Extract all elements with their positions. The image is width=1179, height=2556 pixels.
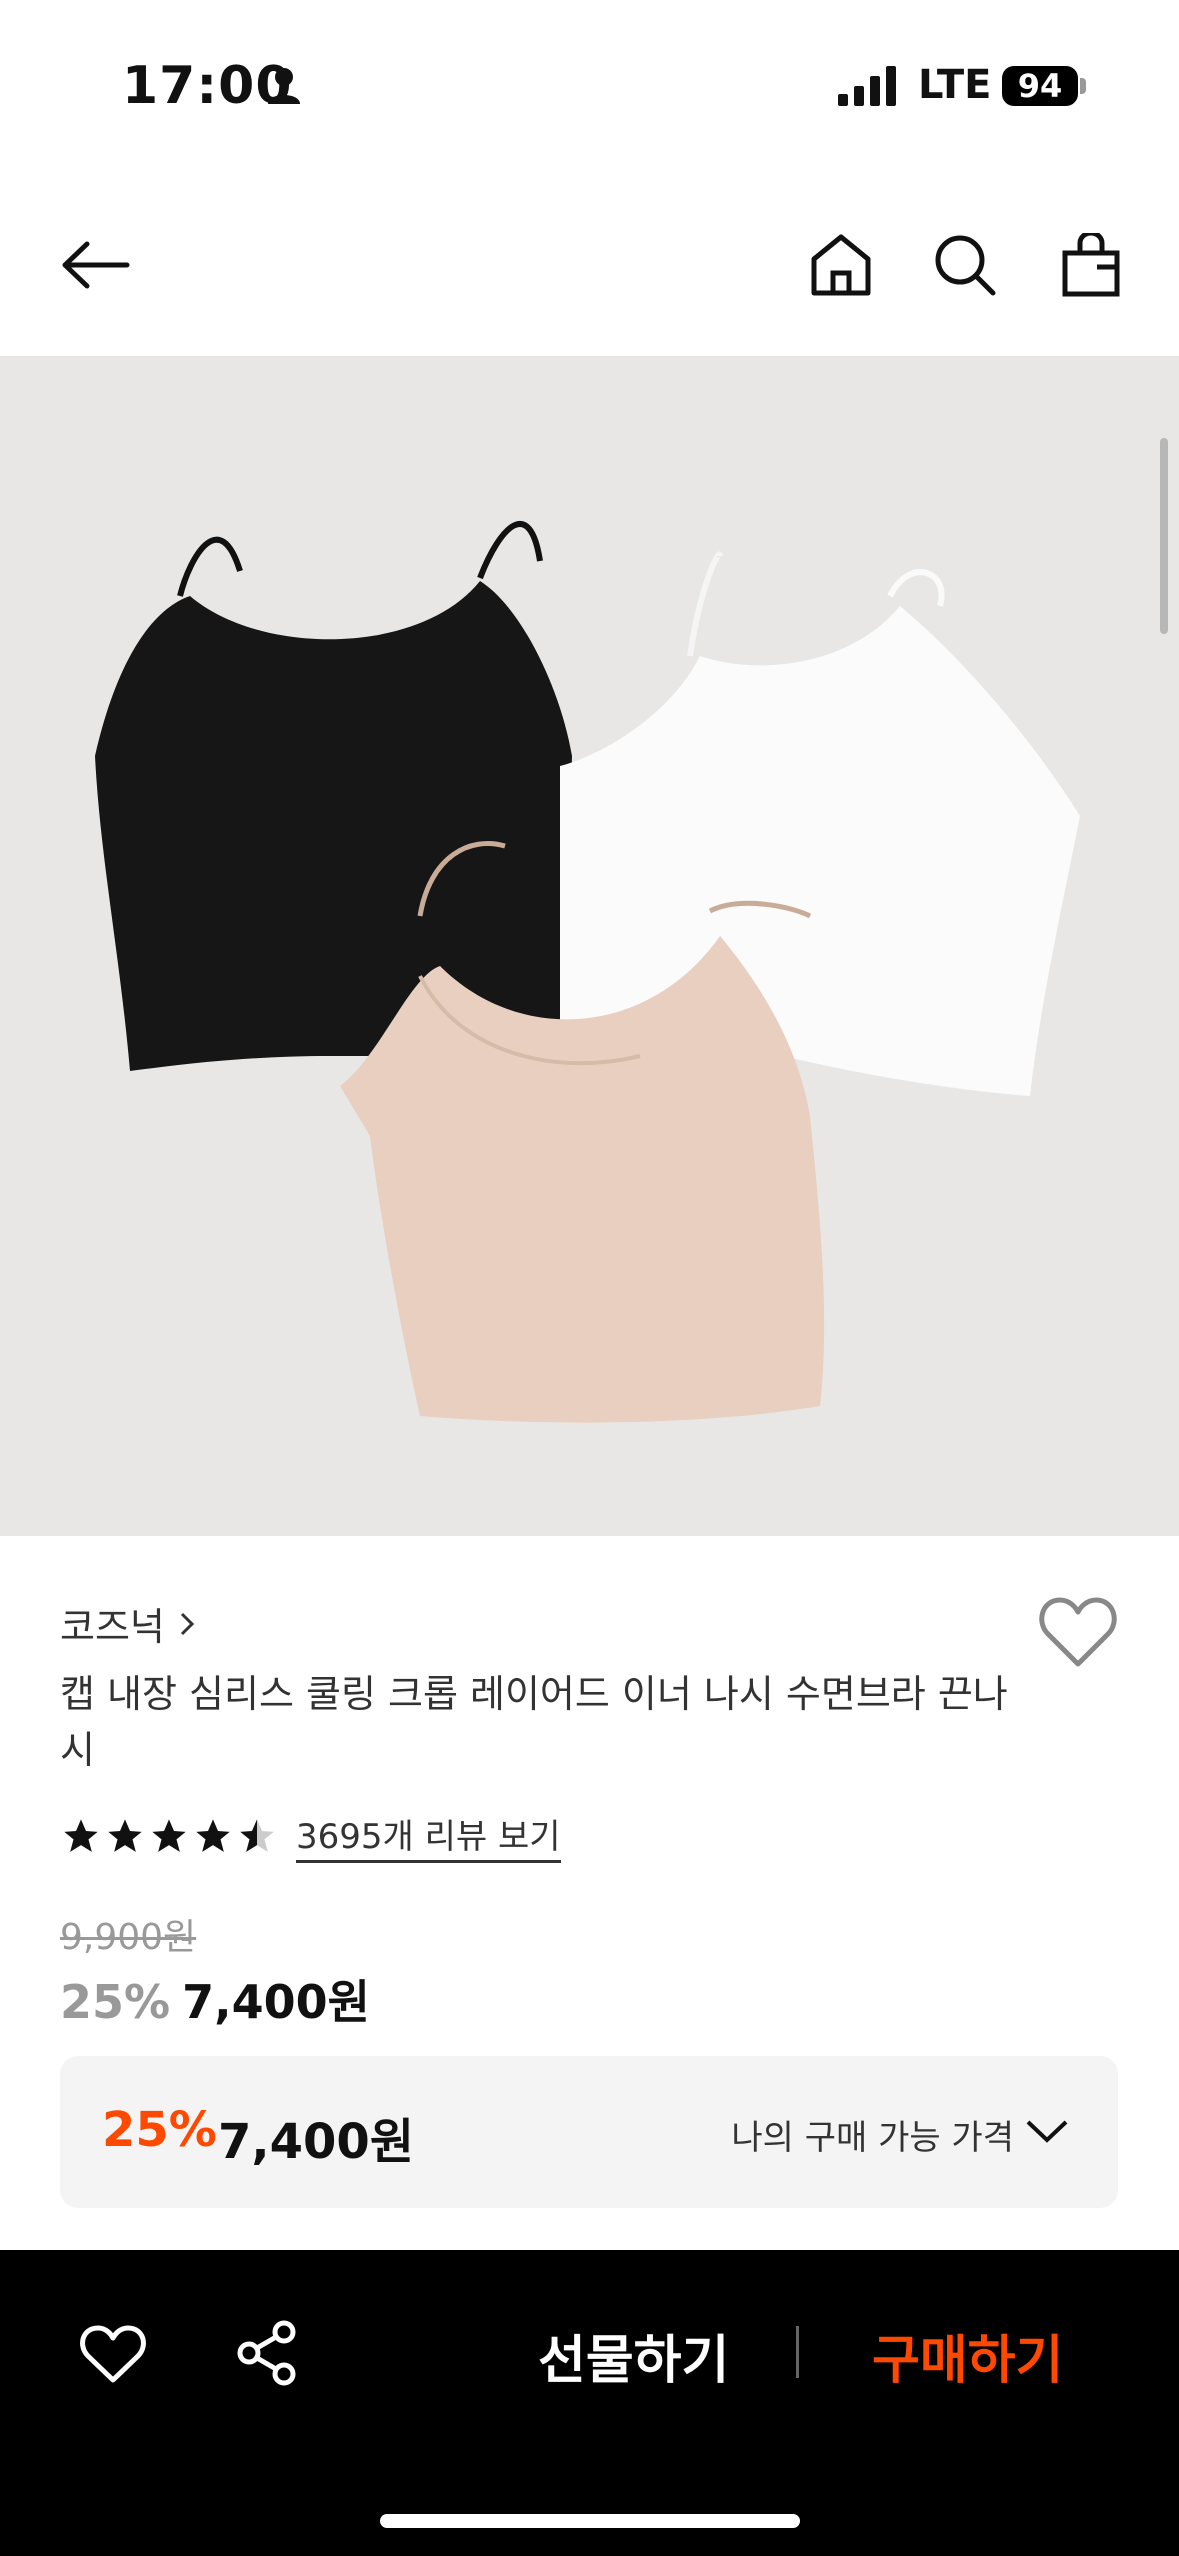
half-star-icon [240,1819,274,1852]
search-icon [935,235,996,296]
product-photo [95,521,1080,1423]
network-label: LTE [918,62,992,108]
star-icon [196,1819,230,1852]
heart-icon[interactable] [1038,1594,1118,1670]
status-bar: 17:00 LTE 94 [0,0,1179,170]
price-row: 25% 7,400원 [60,1966,370,2032]
review-link[interactable]: 3695개 리뷰 보기 [296,1809,561,1863]
chevron-right-icon [180,1612,195,1635]
wishlist-heart-icon[interactable] [80,2324,146,2384]
cart-button[interactable] [1046,220,1136,310]
signal-icon [838,66,896,106]
discount-rate: 25% [60,1975,171,2029]
product-image[interactable] [0,356,1179,1536]
chevron-down-icon [1026,2120,1068,2143]
share-icon[interactable] [236,2320,298,2386]
my-price-label: 나의 구매 가능 가격 [731,2118,1014,2158]
home-button[interactable] [796,220,886,310]
person-icon [268,68,300,104]
home-icon [811,234,871,296]
search-button[interactable] [920,220,1010,310]
rating-stars [60,1816,278,1856]
brand-link[interactable]: 코즈넉 [60,1596,197,1651]
sale-price: 7,400원 [182,1975,370,2029]
home-indicator[interactable] [380,2514,800,2528]
buy-button[interactable]: 구매하기 [872,2318,1063,2393]
bottom-action-bar: 선물하기 구매하기 [0,2250,1179,2556]
star-icon [108,1819,142,1852]
my-price-dropdown[interactable]: 25% 7,400원 나의 구매 가능 가격 [60,2056,1118,2208]
back-arrow-icon [62,241,130,289]
gift-button[interactable]: 선물하기 [538,2318,729,2393]
back-button[interactable] [50,220,140,310]
shopping-bag-icon [1062,233,1120,297]
divider [796,2326,799,2378]
brand-name: 코즈넉 [60,1605,165,1649]
product-title: 캡 내장 심리스 쿨링 크롭 레이어드 이너 나시 수면브라 끈나시 [60,1672,1008,1772]
my-price-value: 7,400원 [218,2114,414,2170]
my-discount-rate: 25% [102,2102,217,2158]
battery-tip [1080,78,1086,94]
battery-indicator: 94 [1002,66,1078,106]
original-price: 9,900원 [60,1917,197,1958]
top-nav [0,170,1179,356]
star-icon [64,1819,98,1852]
star-icon [152,1819,186,1852]
scrollbar[interactable] [1160,438,1168,634]
rating-row: 3695개 리뷰 보기 [60,1808,561,1864]
